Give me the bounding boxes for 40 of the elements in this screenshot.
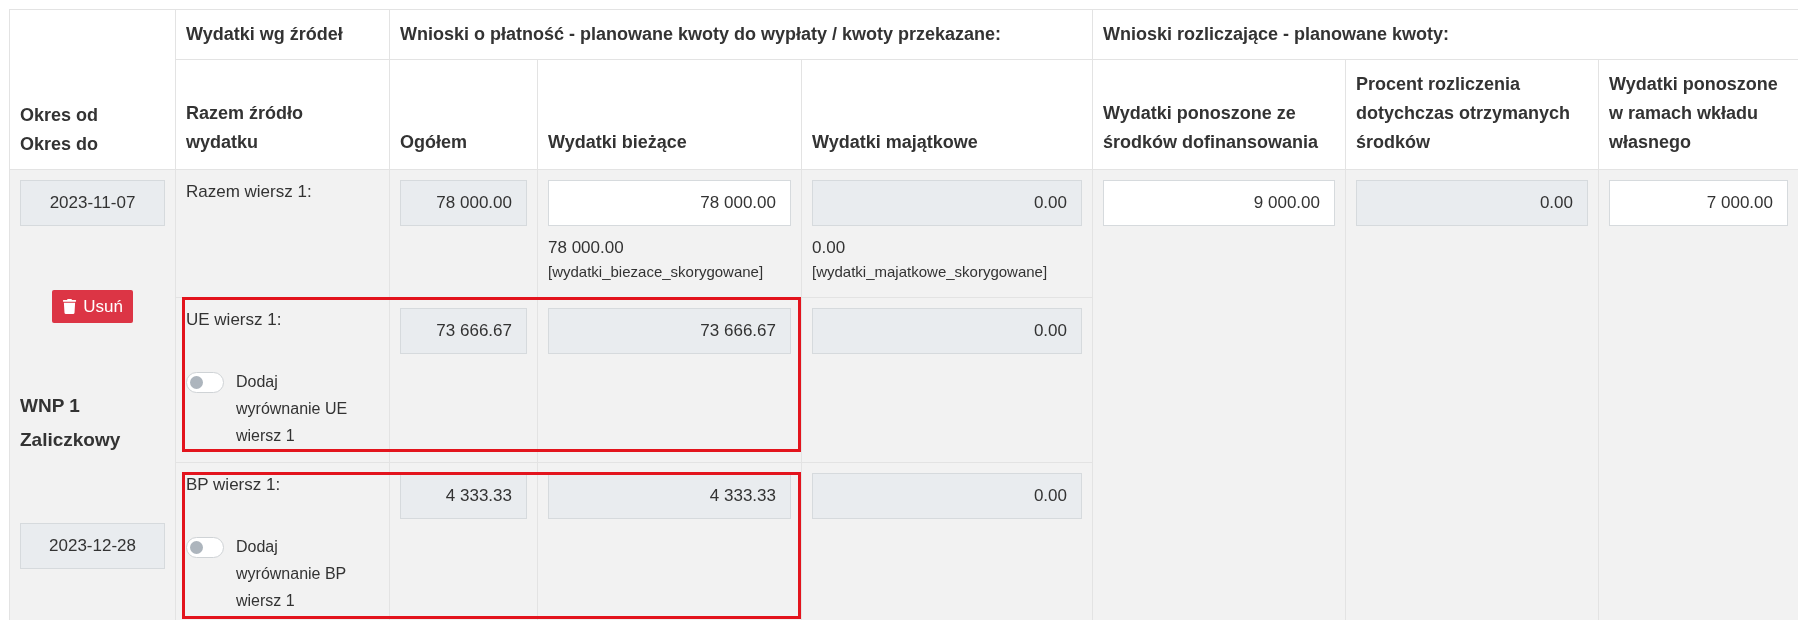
amount-field[interactable]: 4 333.33: [548, 473, 791, 519]
amount-field[interactable]: 0.00: [1356, 180, 1588, 226]
column-header: Ogółem: [400, 131, 468, 154]
group-header: Wnioski rozliczające - planowane kwoty:: [1103, 23, 1451, 46]
toggle-switch[interactable]: [186, 537, 224, 558]
row-label: UE wiersz 1:: [186, 309, 283, 331]
row-label: Razem wiersz 1:: [186, 181, 313, 203]
column-header: Okres do: [20, 133, 100, 156]
delete-button[interactable]: Usuń: [52, 290, 133, 323]
amount-field[interactable]: 7 000.00: [1609, 180, 1788, 226]
toggle-switch[interactable]: [186, 372, 224, 393]
column-header: Wydatki ponoszone ze środków dofinansowania: [1103, 102, 1320, 154]
row-label: BP wiersz 1:: [186, 474, 282, 496]
period-name: WNP 1 Zaliczkowy: [20, 394, 122, 452]
column-header: Wydatki ponoszone w ramach wkładu własnego: [1609, 73, 1779, 154]
amount-field[interactable]: 4 333.33: [400, 473, 527, 519]
toggle-label: Dodaj wyrównanie BP wiersz 1: [236, 537, 347, 611]
amount-field[interactable]: 0.00: [812, 308, 1082, 354]
group-header: Wydatki wg źródeł: [186, 23, 344, 46]
date-field[interactable]: 2023-11-07: [20, 180, 165, 226]
field-name: [wydatki_majatkowe_skorygowane]: [812, 262, 1049, 282]
trash-icon: [62, 299, 78, 314]
corrected-amount: 0.00: [812, 237, 847, 259]
amount-field[interactable]: 0.00: [812, 473, 1082, 519]
group-header: Wnioski o płatność - planowane kwoty do wypłaty / kwoty przekazane:: [400, 23, 1003, 46]
column-header: Procent rozliczenia dotychczas otrzymanych środków: [1356, 73, 1572, 154]
corrected-amount: 78 000.00: [548, 237, 625, 259]
date-field[interactable]: 2023-12-28: [20, 523, 165, 569]
amount-field[interactable]: 73 666.67: [400, 308, 527, 354]
amount-field[interactable]: 73 666.67: [548, 308, 791, 354]
column-header: Wydatki majątkowe: [812, 131, 979, 154]
column-header: Razem źródło wydatku: [186, 102, 305, 154]
amount-field[interactable]: 78 000.00: [548, 180, 791, 226]
amount-field[interactable]: 9 000.00: [1103, 180, 1335, 226]
field-name: [wydatki_biezace_skorygowane]: [548, 262, 765, 282]
column-header: Okres od: [20, 104, 100, 127]
amount-field[interactable]: 78 000.00: [400, 180, 527, 226]
column-header: Wydatki bieżące: [548, 131, 688, 154]
toggle-label: Dodaj wyrównanie UE wiersz 1: [236, 372, 348, 446]
amount-field[interactable]: 0.00: [812, 180, 1082, 226]
